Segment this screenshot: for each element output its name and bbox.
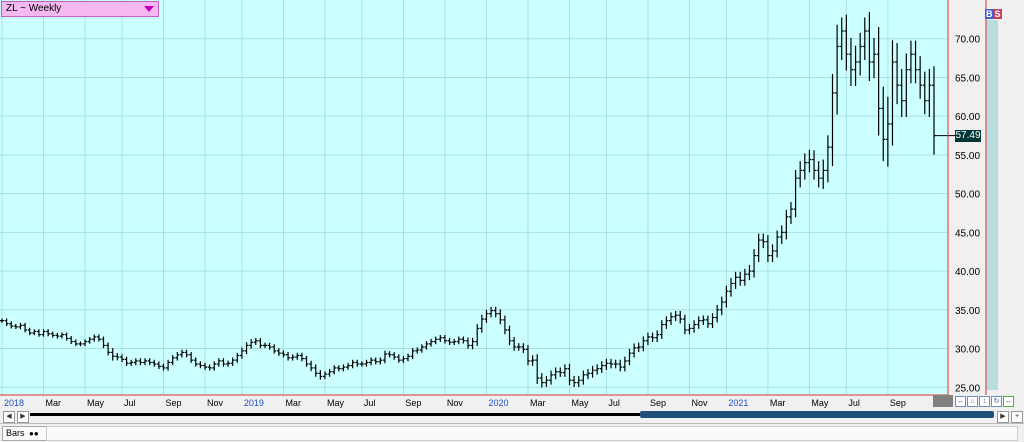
x-tick-label: 2019 [244,398,264,408]
x-tick-label: May [87,398,105,408]
x-tick-label: Mar [46,398,62,408]
scroll-left-icon[interactable]: ◀ [3,411,15,423]
time-scrollbar[interactable]: ◀ ▶ ▶ + [0,410,1024,423]
x-tick-label: Mar [285,398,301,408]
x-tick-label: 2020 [488,398,508,408]
x-tick-label: May [327,398,345,408]
x-tick-label: Jul [608,398,620,408]
bars-tab[interactable]: Bars ●● [2,426,47,441]
fit-icon[interactable]: ↕ [979,396,990,407]
y-tick-label: 65.00 [955,73,980,84]
x-tick-label: May [811,398,829,408]
x-tick-label: Jul [848,398,860,408]
price-scale-strip [986,20,998,390]
x-tick-label: Mar [770,398,786,408]
sell-indicator[interactable]: S [993,9,1002,19]
price-chart: 25.00 30.00 35.00 40.00 45.00 50.00 55.00 60.00… [0,0,998,408]
y-tick-label: 40.00 [955,267,980,278]
y-tick-label: 60.00 [955,112,980,123]
y-tick-label: 45.00 [955,228,980,239]
x-tick-label: Nov [447,398,464,408]
plot-background [0,0,948,395]
y-tick-label: 50.00 [955,190,980,201]
buy-sell-indicator[interactable]: BS [985,9,1002,19]
status-field [46,426,1018,441]
x-tick-label: Jul [364,398,376,408]
scroll-end-icon[interactable]: ▶ [997,411,1009,423]
scroll-right-icon[interactable]: ▶ [17,411,29,423]
buy-indicator[interactable]: B [985,9,994,19]
y-axis-ticks: 25.00 30.00 35.00 40.00 45.00 50.00 55.00 60.00… [955,35,980,395]
x-tick-label: May [572,398,590,408]
x-tick-label: Sep [165,398,181,408]
x-tick-label: Sep [890,398,906,408]
status-bar: Bars ●● [0,423,1024,442]
link-icon: ●● [29,429,39,438]
y-tick-label: 70.00 [955,35,980,46]
bars-tab-label: Bars [6,428,25,438]
x-tick-label: Jul [124,398,136,408]
x-tick-label: 2018 [4,398,24,408]
dropdown-arrow-icon[interactable] [144,6,154,12]
chart-frame: 25.00 30.00 35.00 40.00 45.00 50.00 55.00 60.00… [0,0,1024,410]
x-axis-ticks: 2018 Mar May Jul Sep Nov 2019 Mar May Jul Sep Nov 20… [4,398,906,408]
symbol-selector[interactable]: ZL ~ Weekly [1,1,159,17]
x-tick-label: Nov [207,398,224,408]
x-tick-label: Sep [650,398,666,408]
settings-icon[interactable]: ↔ [1003,396,1014,407]
x-tick-label: Nov [691,398,708,408]
refresh-icon[interactable]: ↻ [991,396,1002,407]
symbol-label: ZL ~ Weekly [6,3,62,14]
y-tick-label: 55.00 [955,151,980,162]
last-price-tag: 57.49 [955,129,981,142]
zoom-in-icon[interactable]: ↔ [955,396,966,407]
y-tick-label: 30.00 [955,345,980,356]
time-scale-corner [933,395,953,407]
x-tick-label: Mar [530,398,546,408]
y-tick-label: 35.00 [955,306,980,317]
x-tick-label: 2021 [728,398,748,408]
home-icon[interactable]: ⌂ [967,396,978,407]
x-tick-label: Sep [405,398,421,408]
scroll-add-icon[interactable]: + [1011,411,1023,423]
scroll-thumb[interactable] [640,411,994,418]
y-tick-label: 25.00 [955,383,980,394]
